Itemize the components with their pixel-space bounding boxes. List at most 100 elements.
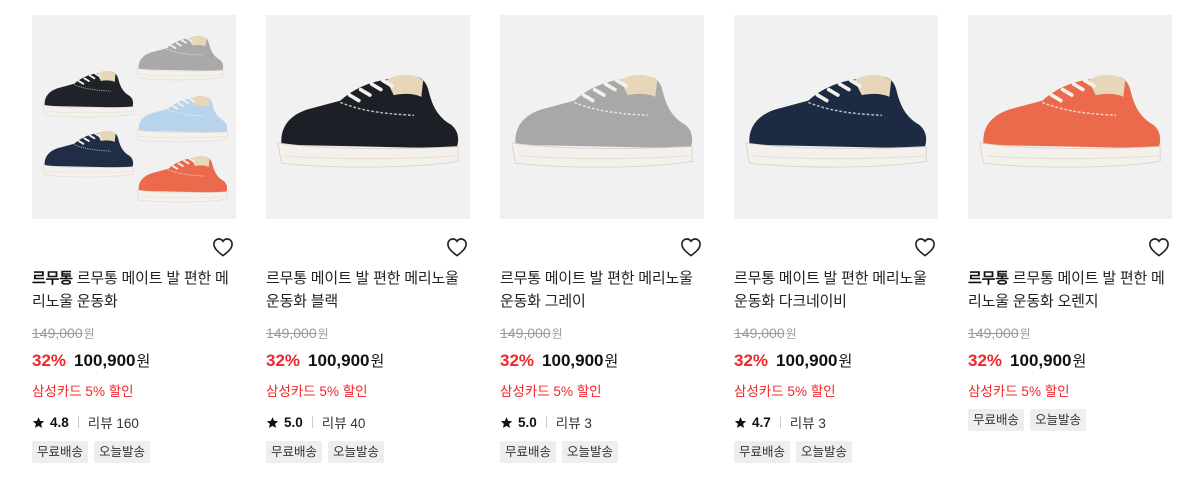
discount-rate: 32% bbox=[734, 351, 769, 370]
original-price-value: 149,000 bbox=[500, 325, 551, 341]
discount-rate: 32% bbox=[968, 351, 1003, 370]
heart-outline-icon[interactable] bbox=[914, 237, 936, 257]
review-count: 리뷰 3 bbox=[555, 416, 592, 431]
original-price-value: 149,000 bbox=[734, 325, 785, 341]
rating-row: 5.0 리뷰 3 bbox=[500, 412, 592, 432]
rating-row: 5.0 리뷰 40 bbox=[266, 412, 365, 432]
shipping-tag: 오늘발송 bbox=[796, 441, 853, 463]
product-image bbox=[511, 74, 693, 168]
original-price: 149,000원 bbox=[266, 325, 329, 342]
original-price-value: 149,000 bbox=[266, 325, 317, 341]
product-title[interactable]: 르무통 메이트 발 편한 메리노울 운동화 블랙 bbox=[266, 267, 470, 313]
sale-price-value: 100,900 bbox=[74, 351, 136, 370]
sale-price: 32% 100,900원 bbox=[734, 350, 852, 371]
sale-price-value: 100,900 bbox=[308, 351, 370, 370]
product-card[interactable]: 르무통 르무통 메이트 발 편한 메리노울 운동화 오렌지 149,000원 3… bbox=[968, 15, 1172, 431]
star-icon bbox=[32, 416, 45, 428]
original-price-unit: 원 bbox=[317, 327, 329, 341]
shipping-tag: 무료배송 bbox=[734, 441, 791, 463]
sale-price-value: 100,900 bbox=[542, 351, 604, 370]
star-icon bbox=[500, 416, 513, 428]
sale-price: 32% 100,900원 bbox=[266, 350, 384, 371]
product-thumbnail[interactable] bbox=[32, 15, 236, 219]
sale-price-unit: 원 bbox=[604, 353, 619, 370]
rating-row: 4.7 리뷰 3 bbox=[734, 412, 826, 432]
original-price: 149,000원 bbox=[500, 325, 563, 342]
product-grid: 르무통 르무통 메이트 발 편한 메리노울 운동화 149,000원 32% 10… bbox=[0, 0, 1187, 479]
product-title[interactable]: 르무통 메이트 발 편한 메리노울 운동화 다크네이비 bbox=[734, 267, 938, 313]
tag-list: 무료배송 오늘발송 bbox=[500, 441, 619, 463]
tag-list: 무료배송 오늘발송 bbox=[266, 441, 385, 463]
product-card[interactable]: 르무통 메이트 발 편한 메리노울 운동화 다크네이비 149,000원 32%… bbox=[734, 15, 938, 463]
heart-outline-icon[interactable] bbox=[1148, 237, 1170, 257]
product-card[interactable]: 르무통 메이트 발 편한 메리노울 운동화 그레이 149,000원 32% 10… bbox=[500, 15, 704, 463]
shipping-tag: 무료배송 bbox=[968, 409, 1025, 431]
shipping-tag: 무료배송 bbox=[500, 441, 557, 463]
product-thumbnail[interactable] bbox=[968, 15, 1172, 219]
product-name: 르무통 메이트 발 편한 메리노울 운동화 그레이 bbox=[500, 270, 693, 310]
review-count: 리뷰 3 bbox=[789, 416, 826, 431]
sale-price-value: 100,900 bbox=[1010, 351, 1072, 370]
star-icon bbox=[266, 416, 279, 428]
original-price: 149,000원 bbox=[734, 325, 797, 342]
rating-row: 4.8 리뷰 160 bbox=[32, 412, 139, 432]
rating-score: 4.7 bbox=[752, 414, 771, 430]
product-title[interactable]: 르무통 메이트 발 편한 메리노울 운동화 그레이 bbox=[500, 267, 704, 313]
original-price-unit: 원 bbox=[83, 327, 95, 341]
original-price-unit: 원 bbox=[1019, 327, 1031, 341]
discount-rate: 32% bbox=[32, 351, 67, 370]
sale-price: 32% 100,900원 bbox=[32, 350, 150, 371]
heart-outline-icon[interactable] bbox=[446, 237, 468, 257]
review-count: 리뷰 40 bbox=[321, 416, 366, 431]
tag-list: 무료배송 오늘발송 bbox=[968, 409, 1087, 431]
original-price: 149,000원 bbox=[968, 325, 1031, 342]
product-card[interactable]: 르무통 르무통 메이트 발 편한 메리노울 운동화 149,000원 32% 10… bbox=[32, 15, 236, 463]
sale-price: 32% 100,900원 bbox=[500, 350, 618, 371]
product-title[interactable]: 르무통 르무통 메이트 발 편한 메리노울 운동화 오렌지 bbox=[968, 267, 1172, 313]
rating-divider bbox=[311, 416, 313, 428]
sale-price-unit: 원 bbox=[838, 353, 853, 370]
heart-outline-icon[interactable] bbox=[680, 237, 702, 257]
sale-price-unit: 원 bbox=[1072, 353, 1087, 370]
shipping-tag: 오늘발송 bbox=[328, 441, 385, 463]
shipping-tag: 무료배송 bbox=[266, 441, 323, 463]
product-image bbox=[745, 74, 927, 168]
product-image bbox=[42, 35, 228, 203]
sale-price-unit: 원 bbox=[136, 353, 151, 370]
review-count: 리뷰 160 bbox=[87, 416, 139, 431]
product-brand: 르무통 bbox=[968, 270, 1009, 287]
card-discount: 삼성카드 5% 할인 bbox=[968, 384, 1070, 399]
sale-price: 32% 100,900원 bbox=[968, 350, 1086, 371]
product-thumbnail[interactable] bbox=[734, 15, 938, 219]
original-price-value: 149,000 bbox=[32, 325, 83, 341]
tag-list: 무료배송 오늘발송 bbox=[734, 441, 853, 463]
original-price-value: 149,000 bbox=[968, 325, 1019, 341]
card-discount: 삼성카드 5% 할인 bbox=[266, 384, 368, 399]
star-icon bbox=[734, 416, 747, 428]
original-price: 149,000원 bbox=[32, 325, 95, 342]
product-name: 르무통 메이트 발 편한 메리노울 운동화 다크네이비 bbox=[734, 270, 927, 310]
original-price-unit: 원 bbox=[551, 327, 563, 341]
shipping-tag: 무료배송 bbox=[32, 441, 89, 463]
shipping-tag: 오늘발송 bbox=[1030, 409, 1087, 431]
heart-outline-icon[interactable] bbox=[212, 237, 234, 257]
rating-divider bbox=[77, 416, 79, 428]
rating-divider bbox=[779, 416, 781, 428]
rating-score: 5.0 bbox=[518, 414, 537, 430]
rating-divider bbox=[545, 416, 547, 428]
product-thumbnail[interactable] bbox=[266, 15, 470, 219]
product-image bbox=[277, 74, 459, 168]
discount-rate: 32% bbox=[500, 351, 535, 370]
rating-score: 4.8 bbox=[50, 414, 69, 430]
sale-price-unit: 원 bbox=[370, 353, 385, 370]
card-discount: 삼성카드 5% 할인 bbox=[734, 384, 836, 399]
product-brand: 르무통 bbox=[32, 270, 73, 287]
product-name: 르무통 메이트 발 편한 메리노울 운동화 블랙 bbox=[266, 270, 459, 310]
product-title[interactable]: 르무통 르무통 메이트 발 편한 메리노울 운동화 bbox=[32, 267, 236, 313]
shipping-tag: 오늘발송 bbox=[94, 441, 151, 463]
discount-rate: 32% bbox=[266, 351, 301, 370]
card-discount: 삼성카드 5% 할인 bbox=[500, 384, 602, 399]
product-thumbnail[interactable] bbox=[500, 15, 704, 219]
tag-list: 무료배송 오늘발송 bbox=[32, 441, 151, 463]
product-card[interactable]: 르무통 메이트 발 편한 메리노울 운동화 블랙 149,000원 32% 100… bbox=[266, 15, 470, 463]
